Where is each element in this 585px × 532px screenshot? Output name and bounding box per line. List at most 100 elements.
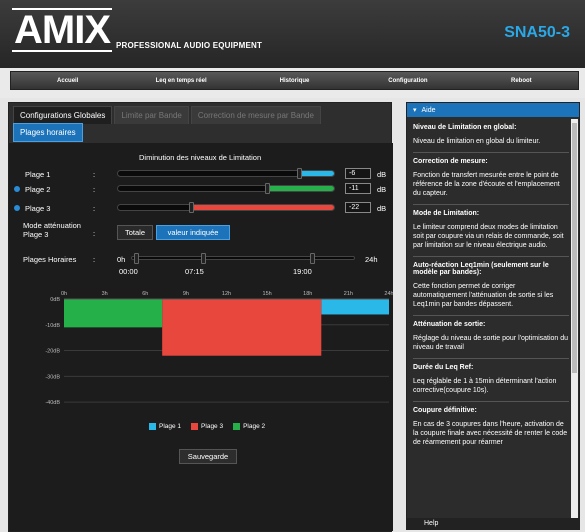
plage-1-fill [299,171,334,176]
nav-configuration[interactable]: Configuration [351,72,464,89]
help-separator [413,358,569,359]
plage-2-fill [267,186,334,191]
legend-label: Plage 1 [159,423,182,430]
time-value-1: 00:00 [119,267,138,276]
tab-bar: Configurations Globales Limite par Bande… [13,106,321,124]
header: AMIX PROFESSIONAL AUDIO EQUIPMENT SNA50-… [0,0,585,68]
subtab-plages-horaires[interactable]: Plages horaires [13,123,83,142]
help-item-title: Correction de mesure: [413,158,488,165]
legend-label: Plage 2 [243,423,266,430]
x-tick-label: 9h [183,291,189,297]
help-item-text: Niveau de limitation en global du limite… [413,138,541,145]
plage-2-dot-icon [14,186,20,192]
plage-3-unit: dB [377,204,387,213]
help-item-title: Mode de Limitation: [413,210,480,217]
help-separator [413,204,569,205]
separator: : [93,185,96,194]
mode-totale-button[interactable]: Totale [117,225,153,240]
nav-reboot[interactable]: Reboot [465,72,578,89]
help-item-text: Leq réglable de 1 à 15min déterminant l'… [413,378,557,394]
x-tick-label: 18h [303,291,312,297]
help-header[interactable]: ▾ Aide [407,103,579,117]
x-tick-label: 24h [384,291,393,297]
plage-3-thumb[interactable] [189,202,194,213]
timeline-chart: 0dB -10dB -20dB -30dB -40dB 0h 3h 6h 9h 12h 15h 18h… [45,291,393,406]
plage-2-label: Plage 2 [25,185,51,194]
x-tick-label: 12h [222,291,231,297]
x-tick-label: 15h [263,291,272,297]
main-wrap: Configurations Globales Limite par Bande… [0,98,585,532]
legend-item: Plage 3 [191,423,223,430]
help-panel: ▾ Aide Niveau de Limitation en global: Ni… [406,102,580,522]
help-separator [413,152,569,153]
help-item-text: En cas de 3 coupures dans l'heure, activ… [413,421,568,446]
logo-mark: AMIX [12,8,112,52]
help-separator [413,315,569,316]
help-item-title: Atténuation de sortie: [413,321,486,328]
plage-1-unit: dB [377,170,387,179]
range-bar [321,299,389,315]
main-nav: Accueil Leq en temps réel Historique Con… [10,71,579,90]
plage-3-value[interactable]: -22 [345,202,371,213]
plage-1-thumb[interactable] [297,168,302,179]
nav-band: Accueil Leq en temps réel Historique Con… [0,68,585,98]
range-bar [64,299,163,328]
x-tick-label: 3h [102,291,108,297]
plage-2-value[interactable]: -11 [345,183,371,194]
config-panel: Configurations Globales Limite par Bande… [8,102,393,532]
time-range-slider[interactable] [131,253,355,264]
x-tick-label: 21h [344,291,353,297]
plage-1-slider[interactable] [117,168,335,179]
plage-3-slider[interactable] [117,202,335,213]
plage-2-unit: dB [377,185,387,194]
range-bar [162,299,322,356]
legend-label: Plage 3 [201,423,224,430]
plage-3-dot-icon [14,205,20,211]
y-tick-label: -20dB [45,349,60,355]
time-value-3: 19:00 [293,267,312,276]
plage-2-thumb[interactable] [265,183,270,194]
help-item-title: Niveau de Limitation en global: [413,124,517,131]
range-start-label: 0h [117,255,126,264]
nav-leq-temps-reel[interactable]: Leq en temps réel [124,72,237,89]
tab-correction-mesure[interactable]: Correction de mesure par Bande [190,106,321,124]
help-title: Aide [421,106,436,114]
mode-valeur-button[interactable]: valeur indiquée [156,225,230,240]
y-tick-label: -30dB [45,374,60,380]
y-tick-label: 0dB [50,297,60,303]
help-item-title: Auto-réaction Leq1min (seulement sur le … [413,262,549,276]
tab-configurations-globales[interactable]: Configurations Globales [13,106,113,124]
help-item-title: Coupure définitive: [413,407,477,414]
help-item-text: Cette fonction permet de corriger automa… [413,283,554,308]
help-separator [413,256,569,257]
time-thumb-3[interactable] [310,253,315,264]
logo: AMIX PROFESSIONAL AUDIO EQUIPMENT [12,8,262,52]
scrollbar-thumb[interactable] [572,123,577,373]
tab-limite-par-bande[interactable]: Limite par Bande [114,106,189,124]
plages-horaires-label: Plages Horaires [23,255,77,264]
plage-2-slider[interactable] [117,183,335,194]
nav-historique[interactable]: Historique [238,72,351,89]
plage-3-fill [191,205,334,210]
separator: : [93,229,96,238]
x-tick-label: 6h [142,291,148,297]
legend-swatch [191,423,199,430]
nav-accueil[interactable]: Accueil [11,72,124,89]
plage-3-label: Plage 3 [25,204,51,213]
plage-1-value[interactable]: -6 [345,168,371,179]
logo-subtitle: PROFESSIONAL AUDIO EQUIPMENT [116,41,263,50]
time-thumb-2[interactable] [201,253,206,264]
chart-legend: Plage 1 Plage 3 Plage 2 [149,423,265,430]
save-button[interactable]: Sauvegarde [179,449,237,464]
help-separator [413,401,569,402]
time-thumb-1[interactable] [134,253,139,264]
help-footer[interactable]: Help [406,518,580,530]
section-title: Diminution des niveaux de Limitation [139,153,262,162]
help-body: Niveau de Limitation en global: Niveau de… [413,119,569,453]
separator: : [93,255,96,264]
plages-content: Diminution des niveaux de Limitation Pla… [9,143,393,531]
help-item-text: Réglage du niveau de sortie pour l'optim… [413,335,569,351]
mode-label: Mode atténuation Plage 3 [23,221,81,239]
y-tick-label: -40dB [45,400,60,406]
help-scrollbar[interactable] [571,119,578,519]
